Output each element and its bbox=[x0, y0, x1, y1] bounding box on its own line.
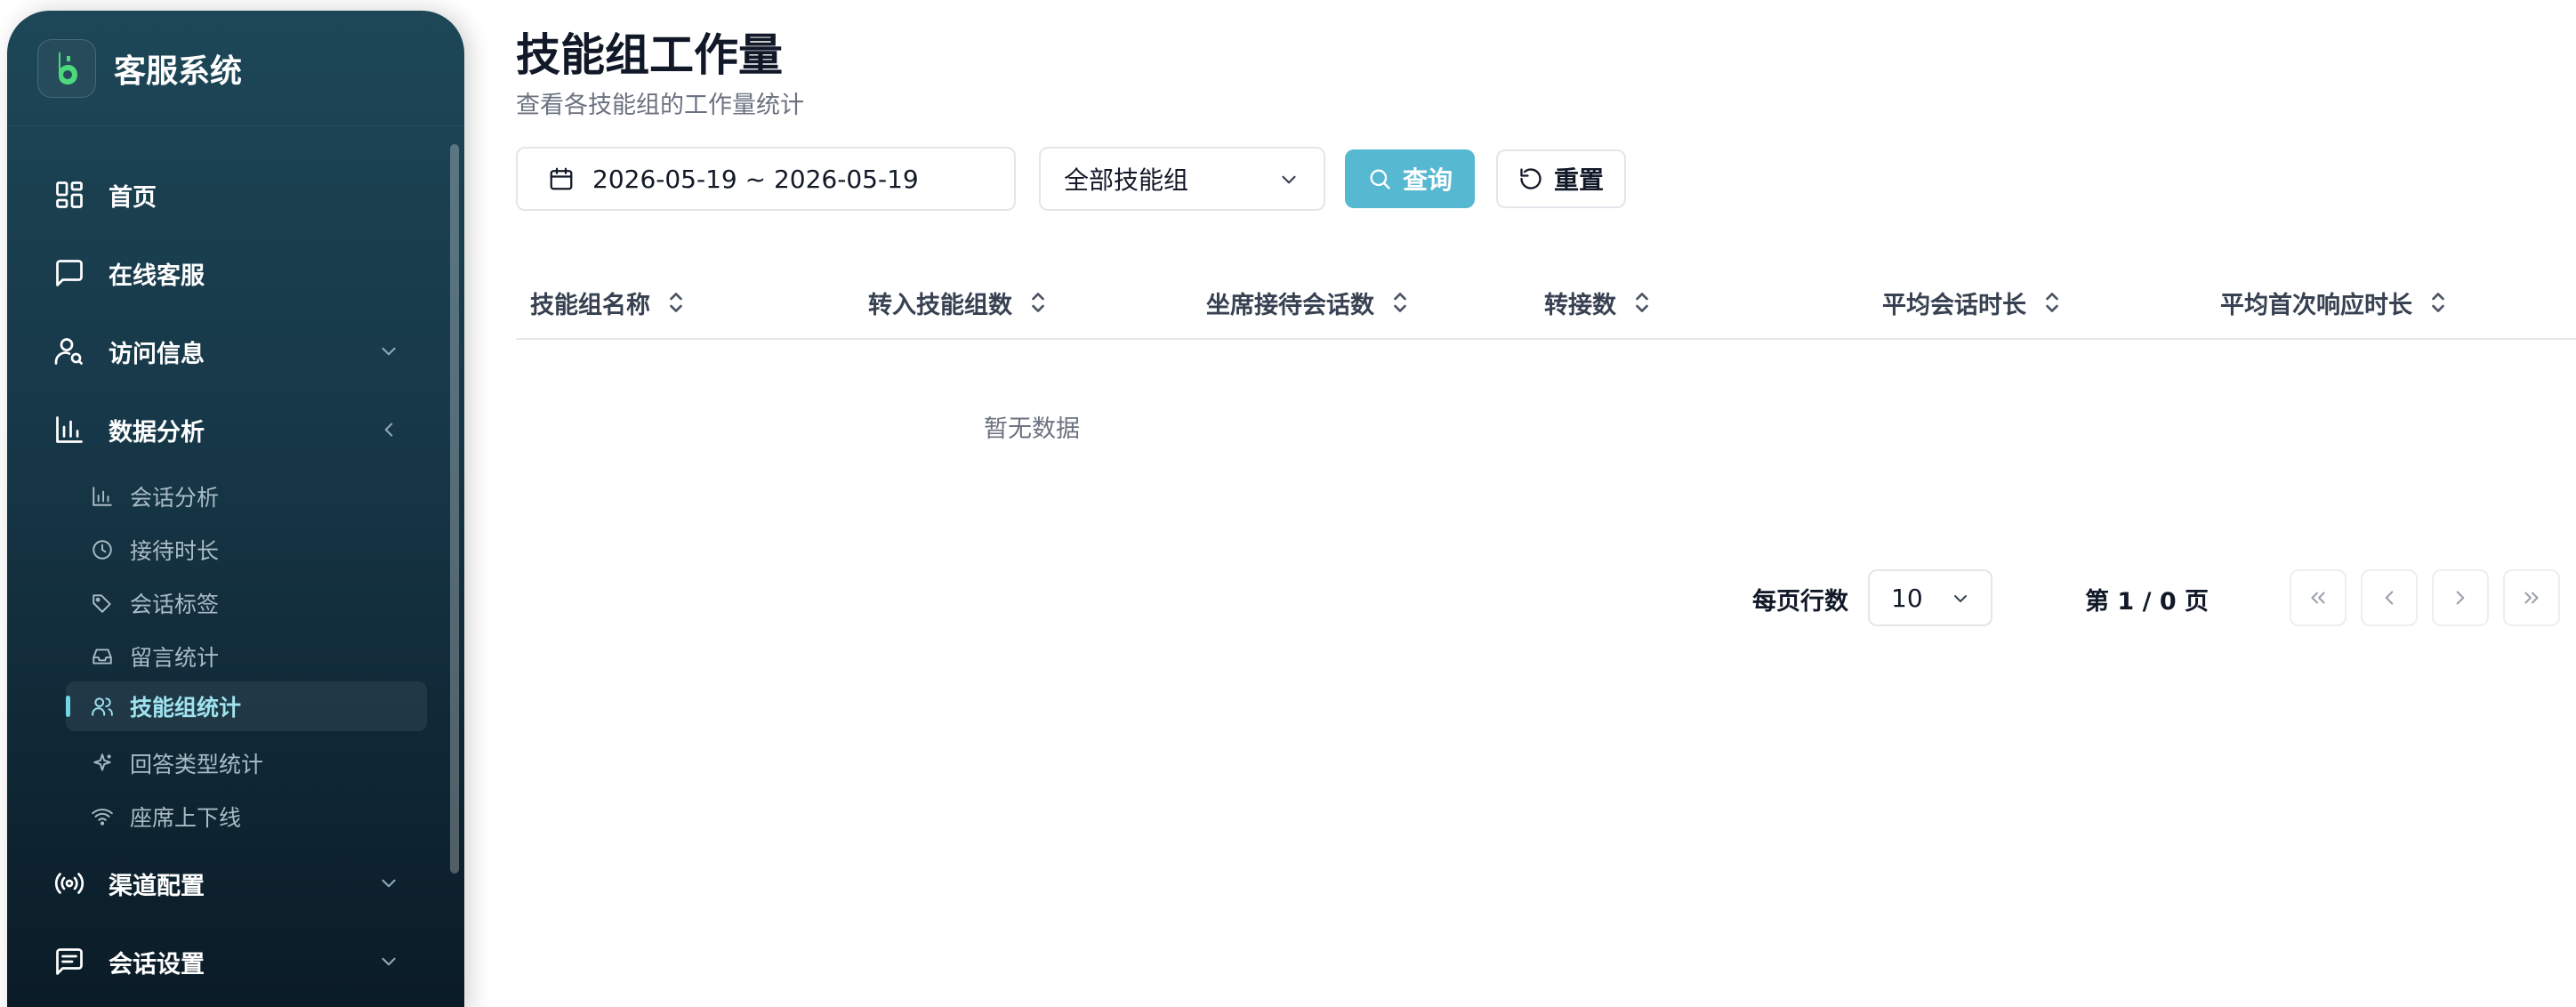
sidebar-subitem-label: 回答类型统计 bbox=[130, 752, 264, 777]
sidebar-item-visit-info[interactable]: 访问信息 bbox=[7, 320, 464, 383]
sidebar-item-label: 渠道配置 bbox=[109, 872, 205, 900]
rows-per-page-label: 每页行数 bbox=[1752, 588, 1848, 616]
search-icon bbox=[1370, 169, 1390, 189]
column-header-transfer-in-count[interactable]: 转入技能组数 bbox=[868, 267, 1048, 338]
sidebar-item-channel-config[interactable]: 渠道配置 bbox=[7, 852, 464, 914]
sort-icon bbox=[2432, 293, 2444, 312]
reset-button[interactable]: 重置 bbox=[1496, 149, 1626, 208]
reset-button-label: 重置 bbox=[1553, 165, 1604, 195]
sidebar-subitem-reception-duration[interactable]: 接待时长 bbox=[66, 525, 427, 575]
calendar-icon bbox=[550, 167, 573, 190]
chevrons-left-icon bbox=[2311, 592, 2325, 604]
users-icon bbox=[89, 693, 116, 720]
brand: 客服系统 bbox=[7, 11, 464, 126]
sidebar-item-home[interactable]: 首页 bbox=[7, 164, 464, 226]
sidebar-subitem-label: 会话分析 bbox=[130, 485, 220, 511]
sidebar-subitem-label: 技能组统计 bbox=[130, 695, 242, 721]
broadcast-icon bbox=[52, 866, 87, 901]
chevron-down-icon bbox=[382, 879, 396, 888]
chevron-right-icon bbox=[2456, 591, 2465, 605]
sidebar-subitem-label: 留言统计 bbox=[130, 645, 220, 671]
skill-group-select-value: 全部技能组 bbox=[1064, 165, 1189, 195]
sidebar-item-label: 数据分析 bbox=[109, 418, 205, 447]
prev-page-button[interactable] bbox=[2361, 569, 2418, 626]
column-header-label: 转入技能组数 bbox=[868, 291, 1012, 319]
sidebar-subitem-session-tags[interactable]: 会话标签 bbox=[66, 578, 427, 628]
chevron-down-icon bbox=[382, 957, 396, 966]
next-page-button[interactable] bbox=[2432, 569, 2489, 626]
chevron-left-icon bbox=[2385, 591, 2394, 605]
last-page-button[interactable] bbox=[2503, 569, 2560, 626]
sidebar: 客服系统 首页 在线客服 访问信息 数据分析 会话分析 接待时长 会话标签 留言… bbox=[7, 11, 464, 1007]
query-button[interactable]: 查询 bbox=[1345, 149, 1475, 208]
chevrons-right-icon bbox=[2524, 592, 2539, 604]
sidebar-item-label: 访问信息 bbox=[109, 340, 205, 368]
sidebar-item-label: 会话设置 bbox=[109, 950, 205, 979]
rows-per-page-select[interactable]: 10 bbox=[1868, 569, 1992, 626]
page-title: 技能组工作量 bbox=[516, 29, 783, 81]
inbox-icon bbox=[89, 643, 116, 670]
sort-icon bbox=[1032, 293, 1044, 312]
tags-icon bbox=[89, 590, 116, 616]
sort-icon bbox=[1636, 293, 1648, 312]
wifi-icon bbox=[89, 803, 116, 830]
column-header-label: 坐席接待会话数 bbox=[1206, 291, 1374, 319]
chevron-left-icon bbox=[384, 423, 393, 437]
sidebar-item-session-settings[interactable]: 会话设置 bbox=[7, 930, 464, 993]
dashboard-grid-icon bbox=[52, 177, 87, 213]
date-range-picker[interactable]: 2026-05-19 ~ 2026-05-19 bbox=[516, 147, 1016, 211]
app-root: 客服系统 首页 在线客服 访问信息 数据分析 会话分析 接待时长 会话标签 留言… bbox=[0, 0, 2576, 1007]
message-square-icon bbox=[52, 944, 87, 979]
sidebar-item-online-service[interactable]: 在线客服 bbox=[7, 242, 464, 304]
column-header-agent-session-count[interactable]: 坐席接待会话数 bbox=[1206, 267, 1410, 338]
sidebar-subitem-label: 座席上下线 bbox=[130, 805, 242, 831]
table-empty-state: 暂无数据 bbox=[984, 415, 1080, 443]
bar-chart-icon bbox=[52, 412, 87, 447]
chat-bubble-icon bbox=[52, 255, 87, 291]
sidebar-subitem-skill-group-stats[interactable]: 技能组统计 bbox=[66, 681, 427, 731]
chevron-down-icon bbox=[382, 347, 396, 356]
pagination: 每页行数 10 第 1 / 0 页 bbox=[516, 569, 2576, 628]
sparkles-icon bbox=[89, 750, 116, 777]
skill-group-table: 技能组名称 转入技能组数 坐席接待会话数 转接数 平均会话时长 平均首次响应时长… bbox=[516, 267, 2576, 443]
column-header-label: 平均会话时长 bbox=[1882, 291, 2026, 319]
sidebar-subitem-answer-type-stats[interactable]: 回答类型统计 bbox=[66, 738, 427, 788]
sidebar-item-label: 在线客服 bbox=[109, 262, 205, 290]
column-header-label: 技能组名称 bbox=[530, 291, 650, 319]
sidebar-subitem-label: 接待时长 bbox=[130, 538, 220, 564]
table-header: 技能组名称 转入技能组数 坐席接待会话数 转接数 平均会话时长 平均首次响应时长 bbox=[516, 267, 2576, 340]
chevron-down-icon bbox=[1954, 595, 1967, 602]
rows-per-page-value: 10 bbox=[1891, 583, 1923, 613]
user-search-icon bbox=[52, 334, 87, 369]
column-header-group-name[interactable]: 技能组名称 bbox=[530, 267, 686, 338]
sidebar-scrollbar[interactable] bbox=[450, 144, 459, 874]
clock-icon bbox=[89, 536, 116, 563]
refresh-icon bbox=[1520, 168, 1542, 189]
page-subtitle: 查看各技能组的工作量统计 bbox=[516, 92, 804, 119]
sidebar-subitem-message-stats[interactable]: 留言统计 bbox=[66, 632, 427, 681]
sidebar-subitem-session-analysis[interactable]: 会话分析 bbox=[66, 471, 427, 521]
sidebar-subitem-agent-online-offline[interactable]: 座席上下线 bbox=[66, 792, 427, 842]
brand-name: 客服系统 bbox=[114, 52, 243, 90]
skill-group-select[interactable]: 全部技能组 bbox=[1039, 147, 1325, 211]
sort-icon bbox=[2046, 293, 2058, 312]
date-range-value: 2026-05-19 ~ 2026-05-19 bbox=[592, 164, 919, 194]
sidebar-item-data-analysis[interactable]: 数据分析 bbox=[7, 399, 464, 461]
sidebar-item-label: 首页 bbox=[109, 183, 157, 212]
chevron-down-icon bbox=[1282, 175, 1296, 184]
first-page-button[interactable] bbox=[2290, 569, 2347, 626]
sidebar-subitem-label: 会话标签 bbox=[130, 592, 220, 617]
kefu-logo-icon bbox=[37, 38, 96, 98]
column-header-avg-first-response[interactable]: 平均首次响应时长 bbox=[2220, 267, 2448, 338]
column-header-avg-session-duration[interactable]: 平均会话时长 bbox=[1882, 267, 2062, 338]
column-header-label: 转接数 bbox=[1544, 291, 1616, 319]
sort-icon bbox=[670, 293, 682, 312]
column-header-transfer-count[interactable]: 转接数 bbox=[1544, 267, 1652, 338]
sort-icon bbox=[1394, 293, 1406, 312]
main-content: 技能组工作量 查看各技能组的工作量统计 2026-05-19 ~ 2026-05… bbox=[516, 0, 2576, 1007]
page-info: 第 1 / 0 页 bbox=[2085, 588, 2210, 616]
bar-chart-icon bbox=[89, 483, 116, 510]
query-button-label: 查询 bbox=[1402, 165, 1453, 195]
column-header-label: 平均首次响应时长 bbox=[2220, 291, 2412, 319]
